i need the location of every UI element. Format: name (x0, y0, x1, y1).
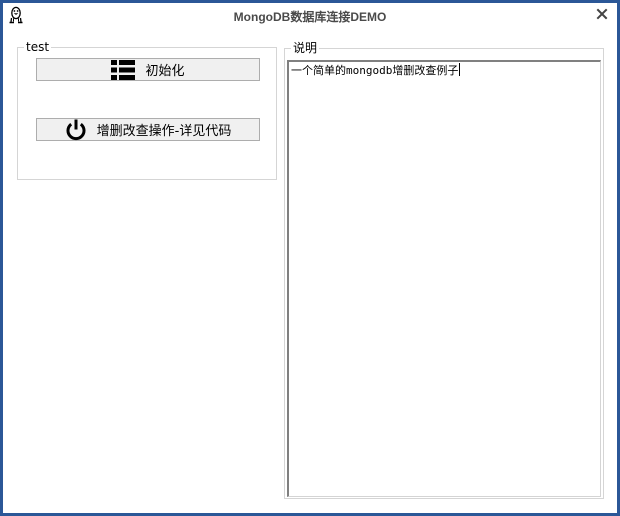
description-textarea[interactable]: 一个简单的mongodb增删改查例子 (287, 60, 601, 497)
power-icon (66, 119, 86, 140)
window-title: MongoDB数据库连接DEMO (233, 10, 387, 24)
test-group-legend: test (24, 39, 52, 55)
test-groupbox: test 初始化 增删改查操作-详见代码 (17, 39, 277, 180)
description-group-legend: 说明 (291, 40, 320, 56)
crud-button-label: 增删改查操作-详见代码 (96, 124, 232, 139)
crud-button[interactable]: 增删改查操作-详见代码 (36, 118, 260, 141)
title-bar[interactable]: MongoDB数据库连接DEMO (3, 3, 617, 29)
init-button-label: 初始化 (145, 64, 185, 79)
description-text: 一个简单的mongodb增删改查例子 (291, 63, 461, 78)
description-text-content: 一个简单的mongodb增删改查例子 (291, 64, 459, 77)
text-caret (459, 63, 461, 76)
init-button[interactable]: 初始化 (36, 58, 260, 81)
app-window: MongoDB数据库连接DEMO test 初始化 增删改查操作-详见代码 说明… (0, 0, 620, 516)
description-groupbox: 说明 一个简单的mongodb增删改查例子 (284, 40, 604, 499)
list-icon (111, 59, 136, 80)
close-button[interactable] (595, 7, 609, 21)
